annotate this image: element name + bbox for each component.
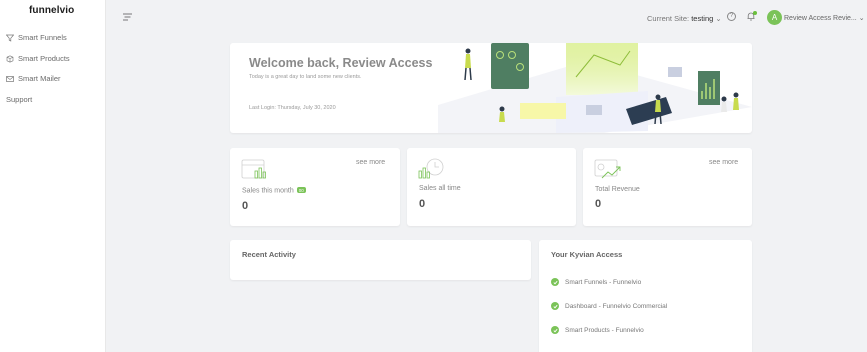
- see-more-link[interactable]: see more: [356, 159, 385, 166]
- welcome-subtitle: Today is a great day to land some new cl…: [249, 74, 362, 80]
- calendar-chart-icon: [241, 159, 266, 179]
- clock-chart-icon: [418, 158, 444, 179]
- stat-value: 0: [419, 198, 426, 210]
- sidebar: funnelvio Smart Funnels Smart Products S…: [0, 0, 106, 352]
- sidebar-item-label: Support: [6, 95, 33, 104]
- check-circle-icon: [551, 326, 559, 334]
- user-menu[interactable]: Review Access Revie... ⌄: [784, 14, 865, 22]
- kyvian-access-panel: Your Kyvian Access Smart Funnels - Funne…: [539, 240, 752, 352]
- stat-card-sales-month: see more Sales this month 00 0: [230, 148, 400, 226]
- chevron-down-icon: ⌄: [858, 15, 865, 22]
- sidebar-item-smart-products[interactable]: Smart Products: [6, 54, 70, 63]
- sidebar-item-support[interactable]: Support: [6, 95, 32, 104]
- access-item[interactable]: Smart Funnels - Funnelvio: [551, 278, 641, 286]
- sidebar-item-label: Smart Funnels: [18, 33, 67, 42]
- box-icon: [6, 54, 14, 63]
- stat-card-sales-all-time: Sales all time 0: [407, 148, 576, 226]
- panel-title: Your Kyvian Access: [551, 250, 623, 259]
- stat-value: 0: [595, 198, 602, 210]
- sidebar-item-label: Smart Products: [18, 54, 70, 63]
- last-login: Last Login: Thursday, July 30, 2020: [249, 105, 336, 111]
- access-item[interactable]: Smart Products - Funnelvio: [551, 326, 644, 334]
- topbar: Current Site: testing ⌄ ? A Review Acces…: [106, 0, 867, 36]
- menu-toggle-icon[interactable]: [123, 13, 132, 21]
- help-icon[interactable]: ?: [727, 12, 736, 21]
- stat-value: 0: [242, 200, 249, 212]
- mail-icon: [6, 75, 14, 82]
- panel-title: Recent Activity: [242, 250, 296, 259]
- stat-label: Sales this month 00: [242, 187, 306, 195]
- check-circle-icon: [551, 302, 559, 310]
- app-logo[interactable]: funnelvio: [29, 5, 74, 16]
- current-site-selector[interactable]: Current Site: testing ⌄: [647, 14, 722, 23]
- stat-card-total-revenue: see more Total Revenue 0: [583, 148, 752, 226]
- access-item[interactable]: Dashboard - Funnelvio Commercial: [551, 302, 667, 310]
- sidebar-item-label: Smart Mailer: [18, 74, 61, 83]
- see-more-link[interactable]: see more: [709, 159, 738, 166]
- stat-label: Sales all time: [419, 185, 461, 192]
- stat-badge: 00: [296, 187, 306, 193]
- avatar[interactable]: A: [767, 10, 782, 25]
- stat-label: Total Revenue: [595, 186, 640, 193]
- current-site-value: testing: [691, 14, 714, 23]
- notification-badge: [753, 11, 757, 15]
- welcome-card: Welcome back, Review Access Today is a g…: [230, 43, 752, 133]
- check-circle-icon: [551, 278, 559, 286]
- revenue-trend-icon: [594, 159, 621, 179]
- sidebar-item-smart-mailer[interactable]: Smart Mailer: [6, 74, 61, 83]
- funnel-icon: [6, 34, 14, 42]
- welcome-title: Welcome back, Review Access: [249, 56, 433, 70]
- recent-activity-panel: Recent Activity: [230, 240, 531, 280]
- chevron-down-icon: ⌄: [715, 14, 722, 23]
- sidebar-item-smart-funnels[interactable]: Smart Funnels: [6, 33, 67, 42]
- welcome-illustration: [438, 43, 752, 133]
